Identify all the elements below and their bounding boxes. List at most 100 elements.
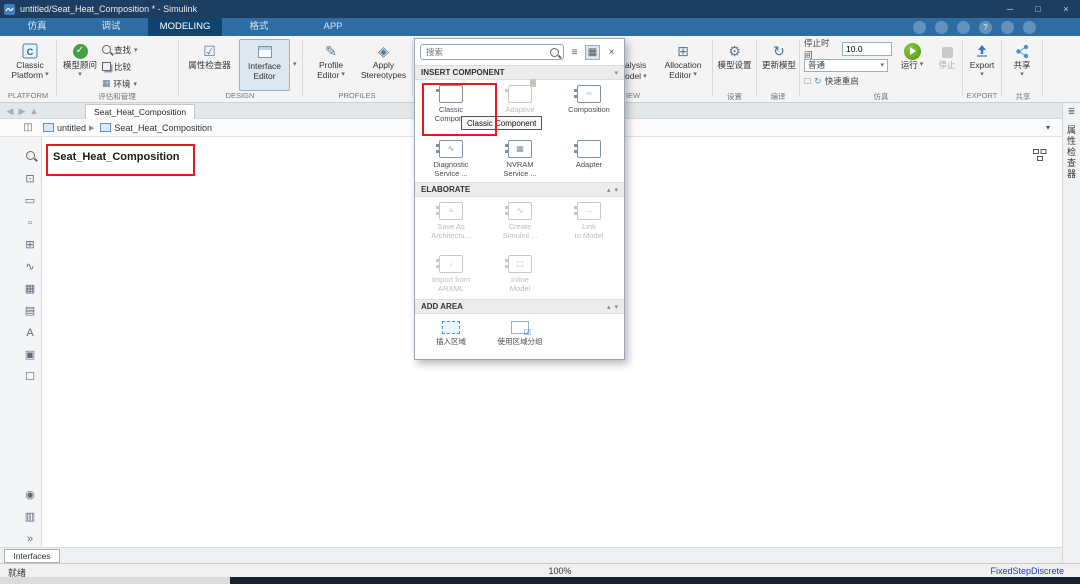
tab-app[interactable]: APP [296, 18, 370, 36]
elaborate-header[interactable]: ELABORATE ▴ ▾ [415, 182, 624, 197]
palette-item-adapter[interactable]: Adapter [556, 138, 622, 182]
fast-restart-checkbox[interactable]: ☐ [804, 77, 811, 86]
chevron-down-icon: ▾ [880, 61, 884, 69]
breadcrumb-current[interactable]: Seat_Heat_Composition [114, 123, 212, 133]
component-palette: ≡ ▦ × INSERT COMPONENT ▾ ClassicCompone … [414, 38, 625, 360]
stop-button[interactable]: 停止 [933, 39, 961, 91]
search-input[interactable] [420, 44, 564, 60]
classic-component-icon [439, 85, 463, 103]
list-view-icon[interactable]: ≡ [567, 45, 582, 60]
palette-item-insert-area[interactable]: 插入区域 [418, 317, 484, 363]
section-label-profiles: PROFILES [304, 91, 410, 100]
palette-item-group-by-area[interactable]: ☑ 使用区域分组 [487, 317, 553, 363]
compare-button[interactable]: 比较 [102, 59, 176, 74]
share-button[interactable]: 共享 ▾ [1004, 39, 1040, 91]
allocation-editor-button[interactable]: ⊞ Allocation Editor▾ [658, 39, 708, 91]
property-inspector-tab[interactable]: 属性检查器 [1065, 125, 1078, 180]
pattern-icon[interactable]: ▦ [20, 282, 40, 296]
model-icon [43, 123, 54, 132]
snapshot-icon[interactable]: ◉ [20, 488, 40, 502]
report-icon[interactable]: ▥ [20, 510, 40, 524]
share-icon [1015, 42, 1030, 60]
sim-mode-select[interactable]: 普通 ▾ [804, 59, 888, 72]
save-icon[interactable] [913, 21, 926, 34]
palette-item-import-from-arxml[interactable]: ↓ Import fromARXML [418, 253, 484, 299]
palette-item-inline-model[interactable]: ▢ InlineModel [487, 253, 553, 299]
redo-icon[interactable] [957, 21, 970, 34]
palette-item-save-as-architecture[interactable]: ≡ Save AsArchitectu... [418, 200, 484, 250]
tab-simulation[interactable]: 仿真 [0, 18, 74, 36]
classic-platform-button[interactable]: C Classic Platform▾ [6, 39, 54, 91]
right-panel-strip: ≣ 属性检查器 [1062, 103, 1080, 563]
image-annotation-icon[interactable]: ▣ [20, 348, 40, 362]
signal-icon[interactable]: ∿ [20, 260, 40, 274]
update-model-button[interactable]: ↻ 更新模型 [759, 39, 799, 91]
expand-more-icon[interactable]: » [20, 532, 40, 546]
area-icon[interactable]: ☐ [20, 370, 40, 384]
grid-view-icon[interactable]: ▦ [585, 45, 600, 60]
grid-icon[interactable]: ⊞ [20, 238, 40, 252]
add-area-header[interactable]: ADD AREA ▴ ▾ [415, 299, 624, 314]
notifications-icon[interactable] [1001, 21, 1014, 34]
annotation-icon[interactable]: ▤ [20, 304, 40, 318]
dropdown-icon: ▾ [134, 80, 138, 88]
undo-icon[interactable] [935, 21, 948, 34]
model-advisor-button[interactable]: ✓ 模型顾问 ▾ [60, 39, 100, 91]
interfaces-tab[interactable]: Interfaces [4, 549, 60, 563]
insert-component-header[interactable]: INSERT COMPONENT ▾ [415, 65, 624, 80]
up-to-parent-icon[interactable]: ▲ [28, 104, 40, 118]
breadcrumb-root[interactable]: untitled [57, 123, 86, 133]
architecture-badge-icon[interactable] [1033, 149, 1047, 167]
run-button[interactable]: 运行▾ [894, 39, 930, 91]
close-button[interactable]: × [1052, 0, 1080, 18]
apply-stereotypes-button[interactable]: ◈ Apply Stereotypes [357, 39, 410, 91]
analysis-model-button-partial[interactable]: alysis odel▾ [625, 60, 647, 82]
document-tab[interactable]: Seat_Heat_Composition [85, 104, 195, 119]
text-annotation-icon[interactable]: A [20, 326, 40, 340]
palette-close-icon[interactable]: × [604, 45, 619, 60]
tab-debug[interactable]: 调试 [74, 18, 148, 36]
palette-item-nvram-service[interactable]: ▦ NVRAMService ... [487, 138, 553, 182]
create-simulink-icon: ∿ [508, 202, 532, 220]
adapter-icon [577, 140, 601, 158]
minimize-button[interactable]: ─ [996, 0, 1024, 18]
palette-item-composition[interactable]: ▫▫ Composition [556, 83, 622, 135]
toggle-browser-icon[interactable]: ◫ [20, 122, 36, 133]
zoom-icon[interactable] [26, 151, 35, 160]
find-button[interactable]: 查找 ▾ [102, 42, 176, 57]
viewport-icon[interactable]: ▭ [20, 194, 40, 208]
search-toolbar-icon[interactable] [1023, 21, 1036, 34]
palette-item-diagnostic-service[interactable]: ∿ DiagnosticService ... [418, 138, 484, 182]
export-button[interactable]: Export ▾ [964, 39, 1000, 91]
left-tool-strip: ⊡ ▭ ▫ ⊞ ∿ ▦ ▤ A ▣ ☐ ◉ ▥ » [0, 137, 42, 547]
breadcrumb-dropdown-icon[interactable]: ▾ [1046, 123, 1050, 132]
collapse-down-icon: ▾ [614, 186, 618, 194]
fast-restart-label: 快速重启 [825, 75, 859, 87]
tab-format[interactable]: 格式 [222, 18, 296, 36]
section-label-assess: 评估和管理 [58, 91, 176, 102]
maximize-button[interactable]: □ [1024, 0, 1052, 18]
tab-modeling[interactable]: MODELING [148, 18, 222, 36]
profile-editor-button[interactable]: ✎ Profile Editor▾ [307, 39, 355, 91]
section-label-share: 共享 [1003, 91, 1043, 102]
model-settings-button[interactable]: ⚙ 模型设置 [714, 39, 755, 91]
fit-view-icon[interactable]: ⊡ [20, 172, 40, 186]
solver-link[interactable]: FixedStepDiscrete [990, 566, 1064, 576]
interface-editor-button[interactable]: Interface Editor [239, 39, 290, 91]
back-icon[interactable]: ◀ [4, 104, 16, 118]
stop-time-input[interactable] [842, 42, 892, 56]
status-bar: 就绪 100% FixedStepDiscrete [0, 563, 1080, 577]
region-select-icon[interactable]: ▫ [20, 216, 40, 230]
section-label-view: IEW [626, 91, 662, 100]
forward-icon[interactable]: ▶ [16, 104, 28, 118]
classic-platform-icon: C [22, 42, 38, 60]
link-to-model-icon: → [577, 202, 601, 220]
stop-time-label: 停止时间 [804, 37, 835, 61]
palette-item-create-simulink[interactable]: ∿ CreateSimulini ... [487, 200, 553, 250]
property-inspector-toggle-icon[interactable]: ≣ [1063, 106, 1080, 117]
property-inspector-button[interactable]: ☑ 属性检查器 [183, 39, 236, 91]
environment-button[interactable]: ▦ 环境 ▾ [102, 76, 176, 91]
design-more-icon[interactable]: ▾ [293, 60, 297, 68]
help-icon[interactable]: ? [979, 21, 992, 34]
palette-item-link-to-model[interactable]: → Linkto Model [556, 200, 622, 250]
